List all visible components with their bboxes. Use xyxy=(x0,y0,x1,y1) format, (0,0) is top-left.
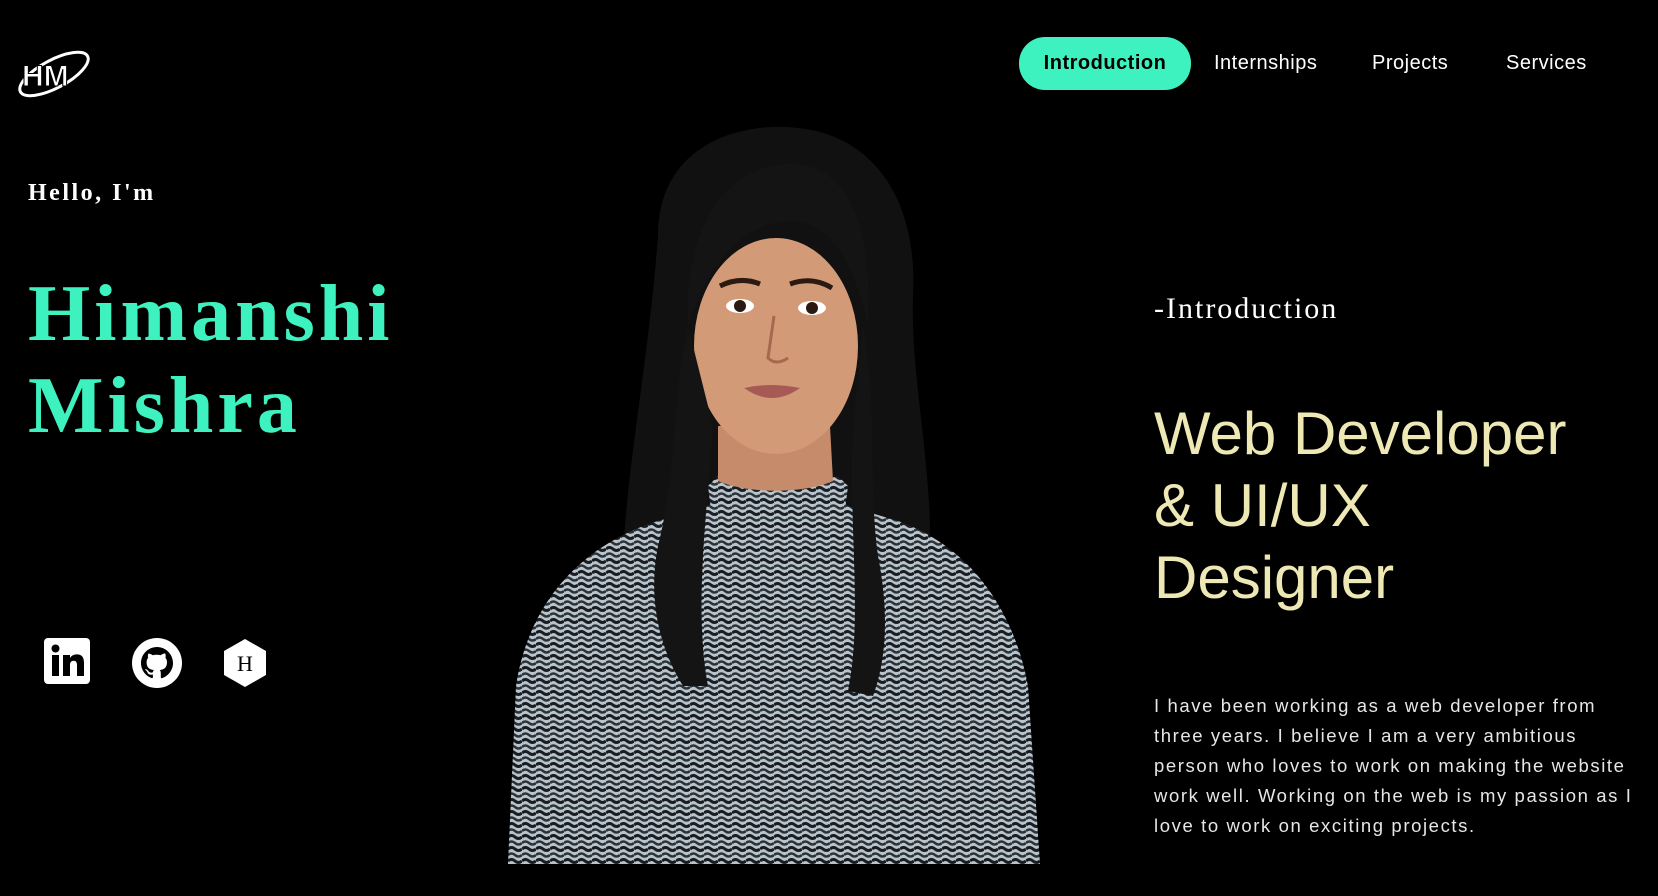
hero-name: Himanshi Mishra xyxy=(28,268,393,452)
linkedin-link[interactable] xyxy=(44,638,94,688)
linkedin-icon xyxy=(44,638,90,684)
svg-text:HM: HM xyxy=(22,60,69,93)
headline: Web Developer & UI/UX Designer xyxy=(1154,398,1634,614)
portrait-image xyxy=(508,126,1040,864)
last-name: Mishra xyxy=(28,362,301,450)
first-name: Himanshi xyxy=(28,270,394,358)
profile-portrait xyxy=(508,126,1040,864)
intro-label: -Introduction xyxy=(1154,292,1339,325)
nav-introduction[interactable]: Introduction xyxy=(1019,37,1191,90)
nav-services[interactable]: Services xyxy=(1506,37,1587,90)
github-icon xyxy=(132,638,182,688)
github-link[interactable] xyxy=(132,638,182,688)
nav-projects[interactable]: Projects xyxy=(1372,37,1448,90)
site-logo[interactable]: HM xyxy=(14,40,92,108)
greeting: Hello, I'm xyxy=(28,180,156,206)
main-nav: Introduction Internships Projects Servic… xyxy=(978,37,1658,90)
nav-internships[interactable]: Internships xyxy=(1214,37,1317,90)
hashnode-link[interactable]: H xyxy=(222,638,272,688)
hm-logo-icon: HM xyxy=(18,50,90,98)
svg-text:H: H xyxy=(237,651,253,676)
headline-line: & UI/UX xyxy=(1154,472,1371,539)
hashnode-icon: H xyxy=(224,639,266,687)
intro-description: I have been working as a web developer f… xyxy=(1154,694,1633,836)
headline-line: Designer xyxy=(1154,544,1395,611)
headline-line: Web Developer xyxy=(1154,400,1567,467)
